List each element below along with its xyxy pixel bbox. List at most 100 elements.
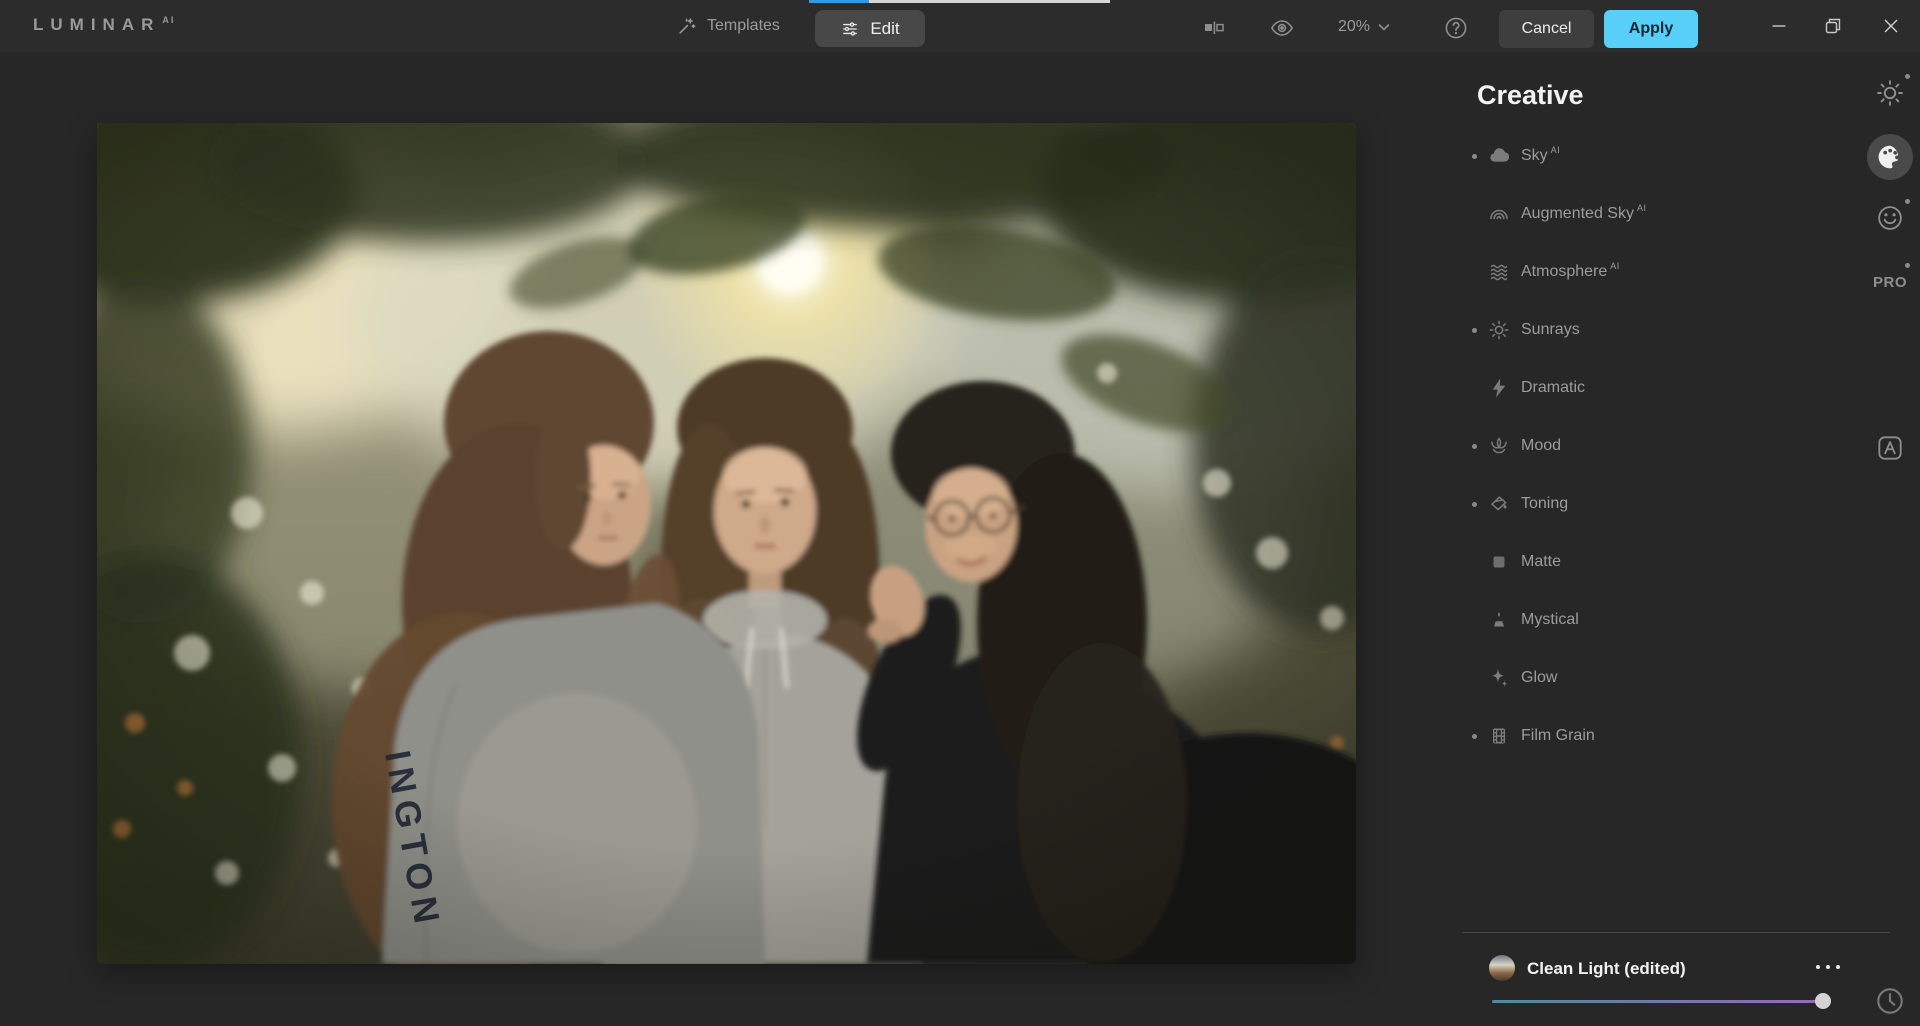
help-button[interactable] — [1440, 12, 1472, 44]
sidebar-item-ai-superscript: AI — [1551, 145, 1561, 155]
edited-dot — [1472, 154, 1477, 159]
photo-canvas[interactable]: INGTON — [97, 123, 1356, 964]
preset-options-button[interactable] — [1808, 952, 1848, 982]
tool-icon — [1487, 492, 1511, 516]
essentials-edited-dot — [1905, 74, 1910, 79]
tool-icon — [1487, 260, 1511, 284]
preset-name: Clean Light (edited) — [1527, 959, 1686, 979]
preset-slider-knob[interactable] — [1815, 993, 1831, 1009]
ellipsis-dot — [1816, 965, 1820, 969]
rail-local-masking-button[interactable] — [1872, 430, 1908, 466]
sidebar-item-label: Sunrays — [1521, 321, 1580, 339]
cancel-label: Cancel — [1522, 20, 1572, 38]
tool-icon — [1487, 608, 1511, 632]
sidebar-item-label: Toning — [1521, 495, 1568, 513]
close-icon — [1879, 14, 1903, 38]
sidebar-item-label: Mood — [1521, 437, 1561, 455]
sidebar-item-ai-superscript: AI — [1610, 261, 1620, 271]
rail-professional-button[interactable]: PRO — [1872, 264, 1908, 300]
sidebar-item-label: Atmosphere — [1521, 263, 1607, 281]
luminar-app-window: LUMINARAI Templates Edit 20% Cancel Appl… — [0, 0, 1920, 1026]
preview-button[interactable] — [1266, 12, 1298, 44]
tool-icon — [1487, 724, 1511, 748]
clock-icon — [1874, 985, 1906, 1017]
sidebar-item-mystical[interactable]: Mystical — [1463, 591, 1843, 649]
creative-list: Sky AI Augmented Sky AI Atmosphere AI Su… — [1463, 127, 1843, 765]
panel-title: Creative — [1477, 80, 1584, 111]
preset-thumbnail[interactable] — [1489, 955, 1515, 981]
eye-icon — [1269, 15, 1295, 41]
minimize-window-button[interactable] — [1754, 0, 1804, 52]
sidebar-item-augmented-sky[interactable]: Augmented Sky AI — [1463, 185, 1843, 243]
professional-edited-dot — [1905, 263, 1910, 268]
tool-icon — [1487, 202, 1511, 226]
cancel-button[interactable]: Cancel — [1499, 10, 1594, 48]
sidebar-item-label: Augmented Sky — [1521, 205, 1634, 223]
compare-icon — [1201, 15, 1227, 41]
compare-view-button[interactable] — [1198, 12, 1230, 44]
palette-icon — [1875, 142, 1905, 172]
apply-label: Apply — [1629, 20, 1673, 38]
sidebar-item-label: Mystical — [1521, 611, 1579, 629]
rail-essentials-button[interactable] — [1872, 75, 1908, 111]
rail-creative-button[interactable] — [1867, 134, 1913, 180]
ellipsis-dot — [1836, 965, 1840, 969]
tool-icon — [1487, 550, 1511, 574]
edit-tab[interactable]: Edit — [815, 10, 925, 47]
sidebar-item-label: Film Grain — [1521, 727, 1595, 745]
preset-panel-divider — [1463, 932, 1890, 933]
sidebar-item-glow[interactable]: Glow — [1463, 649, 1843, 707]
sidebar-item-dramatic[interactable]: Dramatic — [1463, 359, 1843, 417]
preset-amount-slider[interactable] — [1492, 993, 1830, 1009]
sidebar-item-atmosphere[interactable]: Atmosphere AI — [1463, 243, 1843, 301]
tool-icon — [1487, 376, 1511, 400]
photo-image: INGTON — [97, 123, 1356, 964]
minimize-icon — [1767, 14, 1791, 38]
tool-icon — [1487, 144, 1511, 168]
chevron-down-icon — [1376, 19, 1392, 35]
top-progress-blue-segment — [809, 0, 869, 3]
ellipsis-dot — [1826, 965, 1830, 969]
sidebar-item-sunrays[interactable]: Sunrays — [1463, 301, 1843, 359]
apply-button[interactable]: Apply — [1604, 10, 1698, 48]
sidebar-item-ai-superscript: AI — [1637, 203, 1647, 213]
edited-dot — [1472, 502, 1477, 507]
app-logo: LUMINARAI — [33, 15, 175, 35]
sidebar-item-toning[interactable]: Toning — [1463, 475, 1843, 533]
edited-dot — [1472, 734, 1477, 739]
sidebar-item-sky[interactable]: Sky AI — [1463, 127, 1843, 185]
close-window-button[interactable] — [1866, 0, 1916, 52]
help-icon — [1443, 15, 1469, 41]
restore-window-button[interactable] — [1808, 0, 1858, 52]
logo-ai-superscript: AI — [162, 15, 175, 25]
edit-label: Edit — [870, 19, 899, 39]
tool-icon — [1487, 434, 1511, 458]
restore-icon — [1821, 14, 1845, 38]
adjust-sliders-icon — [840, 19, 860, 39]
zoom-level-control[interactable]: 20% — [1338, 12, 1392, 42]
zoom-level-value: 20% — [1338, 18, 1370, 36]
sidebar-item-label: Dramatic — [1521, 379, 1585, 397]
tool-icon — [1487, 318, 1511, 342]
sidebar-item-label: Sky — [1521, 147, 1548, 165]
top-progress-light-segment — [869, 0, 1110, 3]
top-bar: LUMINARAI Templates Edit 20% Cancel Appl… — [0, 0, 1920, 52]
pro-label: PRO — [1873, 274, 1907, 291]
smiley-icon — [1874, 202, 1906, 234]
rail-portrait-button[interactable] — [1872, 200, 1908, 236]
sidebar-item-film-grain[interactable]: Film Grain — [1463, 707, 1843, 765]
portrait-edited-dot — [1905, 199, 1910, 204]
magic-wand-icon — [676, 15, 698, 37]
templates-label: Templates — [707, 17, 780, 35]
tool-icon — [1487, 666, 1511, 690]
edited-dot — [1472, 444, 1477, 449]
sun-icon — [1873, 76, 1907, 110]
preset-slider-track[interactable] — [1492, 1000, 1830, 1003]
sidebar-item-mood[interactable]: Mood — [1463, 417, 1843, 475]
edited-dot — [1472, 328, 1477, 333]
sidebar-item-matte[interactable]: Matte — [1463, 533, 1843, 591]
history-button[interactable] — [1872, 983, 1908, 1019]
templates-tab[interactable]: Templates — [676, 10, 780, 42]
sidebar-item-label: Matte — [1521, 553, 1561, 571]
frame-a-icon — [1874, 432, 1906, 464]
